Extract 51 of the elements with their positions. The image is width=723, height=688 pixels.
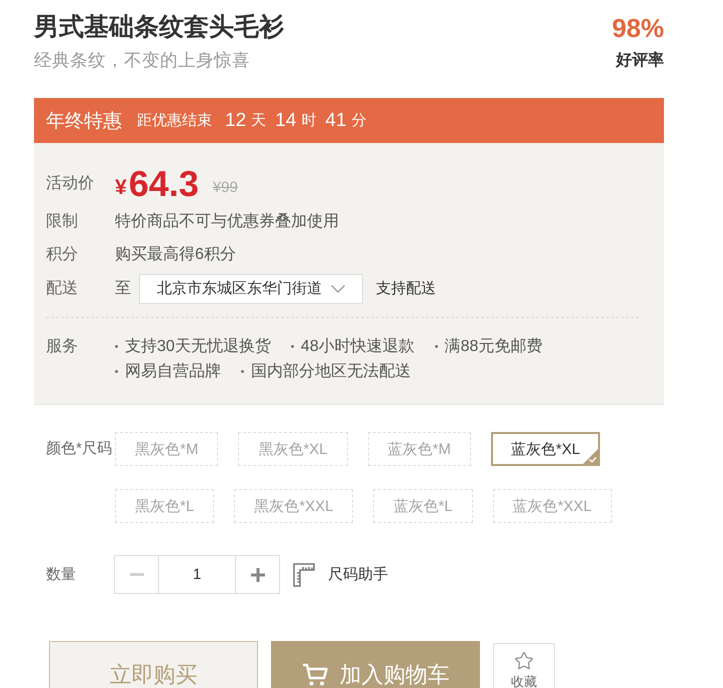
- countdown-label: 距优惠结束: [137, 111, 212, 130]
- bullet-icon: [115, 370, 118, 373]
- delivery-note: 支持配送: [376, 279, 436, 298]
- promo-title: 年终特惠: [46, 110, 122, 134]
- minus-icon: [130, 573, 144, 576]
- rating-percentage: 98%: [612, 12, 664, 44]
- countdown-unit: 时: [301, 111, 316, 130]
- sku-label: 颜色*尺码: [46, 439, 113, 459]
- countdown-unit: 分: [351, 111, 366, 130]
- price-currency: ¥: [115, 176, 127, 200]
- service-item: 满88元免邮费: [444, 336, 542, 357]
- detail-label: 活动价: [46, 174, 95, 194]
- chevron-down-icon: [331, 284, 345, 292]
- location-dropdown[interactable]: 北京市东城区东华门街道: [139, 274, 363, 304]
- product-title: 男式基础条纹套头毛衫: [34, 12, 284, 43]
- increment-button[interactable]: [235, 555, 280, 594]
- service-item: 国内部分地区无法配送: [251, 362, 411, 382]
- bullet-icon: [434, 345, 438, 348]
- rating-label: 好评率: [616, 50, 664, 71]
- ruler-icon: [293, 562, 315, 586]
- service-item: 网易自营品牌: [125, 362, 221, 382]
- bullet-icon: [241, 370, 244, 373]
- quantity-label: 数量: [46, 564, 77, 584]
- detail-label: 配送: [46, 278, 79, 298]
- bullet-icon: [290, 345, 294, 348]
- service-item: 支持30天无忧退换货: [125, 336, 271, 357]
- add-to-cart-button[interactable]: 加入购物车: [271, 641, 480, 688]
- countdown-unit: 天: [251, 111, 266, 130]
- star-icon: [514, 651, 534, 671]
- cart-icon: [302, 663, 328, 687]
- delivery-prefix: 至: [115, 279, 131, 299]
- countdown-value: 12: [225, 110, 246, 132]
- product-subtitle: 经典条纹，不变的上身惊喜: [34, 49, 250, 72]
- check-icon: [583, 449, 598, 464]
- plus-icon: [250, 568, 264, 582]
- countdown-value: 14: [275, 110, 296, 132]
- detail-text: 购买最高得6积分: [115, 244, 236, 265]
- service-label: 服务: [46, 337, 79, 357]
- quantity-field[interactable]: 1: [159, 555, 235, 594]
- detail-text: 特价商品不可与优惠券叠加使用: [115, 212, 339, 232]
- favorite-button[interactable]: 收藏: [493, 643, 555, 688]
- service-item: 48小时快速退款: [300, 336, 415, 357]
- sku-option[interactable]: 蓝灰色*XL: [490, 432, 600, 466]
- original-price: ¥99: [212, 178, 238, 196]
- size-helper-link[interactable]: 尺码助手: [293, 562, 388, 586]
- bullet-icon: [115, 345, 118, 348]
- detail-label: 积分: [46, 244, 79, 264]
- countdown-value: 41: [325, 110, 346, 132]
- detail-label: 限制: [46, 212, 79, 232]
- buy-now-button[interactable]: 立即购买: [49, 641, 258, 688]
- sale-price: 64.3: [128, 164, 199, 204]
